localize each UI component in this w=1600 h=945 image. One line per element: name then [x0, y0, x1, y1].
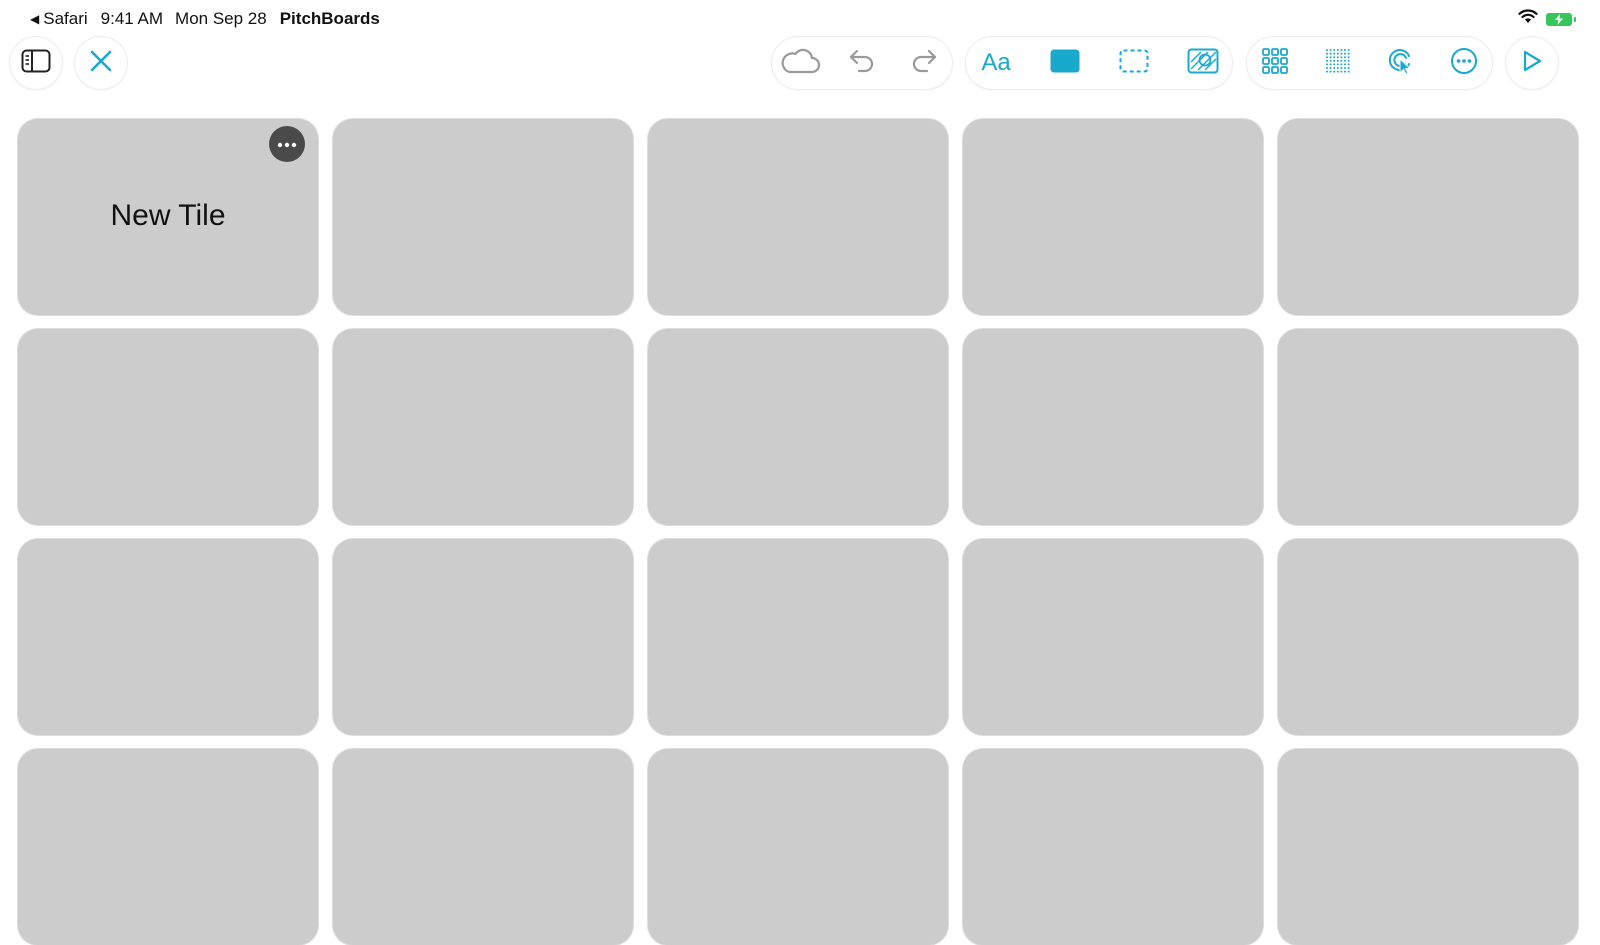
cloud-button[interactable] — [772, 37, 828, 89]
tile[interactable] — [648, 539, 948, 735]
image-button[interactable] — [1175, 37, 1231, 89]
undo-icon — [848, 48, 876, 79]
tile[interactable] — [1278, 539, 1578, 735]
image-icon — [1187, 48, 1219, 79]
tile[interactable] — [1278, 329, 1578, 525]
more-icon — [1450, 47, 1478, 80]
dot-grid-icon — [1325, 48, 1351, 79]
tile[interactable] — [333, 539, 633, 735]
tile[interactable]: New Tile — [18, 119, 318, 315]
close-button[interactable] — [75, 37, 127, 89]
back-app-label[interactable]: Safari — [43, 9, 87, 29]
undo-button[interactable] — [834, 37, 890, 89]
text-style-label: Aa — [981, 49, 1011, 76]
status-time: 9:41 AM — [100, 9, 164, 28]
dot-grid-button[interactable] — [1310, 37, 1366, 89]
tile[interactable] — [963, 749, 1263, 945]
tile[interactable] — [648, 749, 948, 945]
border-button[interactable] — [1106, 37, 1162, 89]
app-name: PitchBoards — [279, 9, 380, 28]
dashed-border-icon — [1119, 49, 1149, 78]
tile[interactable] — [1278, 749, 1578, 945]
more-button[interactable] — [1436, 37, 1492, 89]
tile-label: New Tile — [110, 199, 226, 232]
tile[interactable] — [648, 119, 948, 315]
tile[interactable] — [18, 539, 318, 735]
play-icon — [1521, 49, 1543, 78]
tile[interactable] — [1278, 119, 1578, 315]
play-button[interactable] — [1506, 37, 1558, 89]
tile[interactable] — [963, 539, 1263, 735]
redo-icon — [910, 48, 938, 79]
status-left: ◀ Safari 9:41 AM Mon Sep 28 PitchBoards — [30, 9, 380, 29]
battery-charging-icon — [1546, 12, 1576, 26]
tile-menu-button[interactable] — [269, 126, 305, 162]
tile-grid: New Tile — [18, 119, 1578, 945]
fill-button[interactable] — [1037, 37, 1093, 89]
fill-icon — [1050, 49, 1080, 78]
redo-button[interactable] — [896, 37, 952, 89]
tile[interactable] — [18, 329, 318, 525]
text-style-button[interactable]: Aa — [968, 37, 1024, 89]
wifi-icon — [1518, 9, 1538, 29]
tile[interactable] — [963, 329, 1263, 525]
touch-pointer-button[interactable] — [1373, 37, 1429, 89]
tile[interactable] — [963, 119, 1263, 315]
tile[interactable] — [648, 329, 948, 525]
status-right — [1518, 9, 1576, 29]
tile[interactable] — [333, 119, 633, 315]
status-date: Mon Sep 28 — [175, 9, 267, 28]
tile[interactable] — [18, 749, 318, 945]
cloud-icon — [779, 46, 821, 81]
close-icon — [90, 50, 112, 77]
tile[interactable] — [333, 749, 633, 945]
grid-icon — [1262, 47, 1288, 79]
touch-pointer-icon — [1387, 47, 1415, 80]
tile[interactable] — [333, 329, 633, 525]
sidebar-icon — [21, 49, 51, 78]
sidebar-toggle-button[interactable] — [10, 37, 62, 89]
back-arrow-icon[interactable]: ◀ — [30, 12, 39, 26]
more-horizontal-icon — [277, 135, 297, 153]
status-bar: ◀ Safari 9:41 AM Mon Sep 28 PitchBoards — [0, 0, 1600, 36]
grid-button[interactable] — [1247, 37, 1303, 89]
